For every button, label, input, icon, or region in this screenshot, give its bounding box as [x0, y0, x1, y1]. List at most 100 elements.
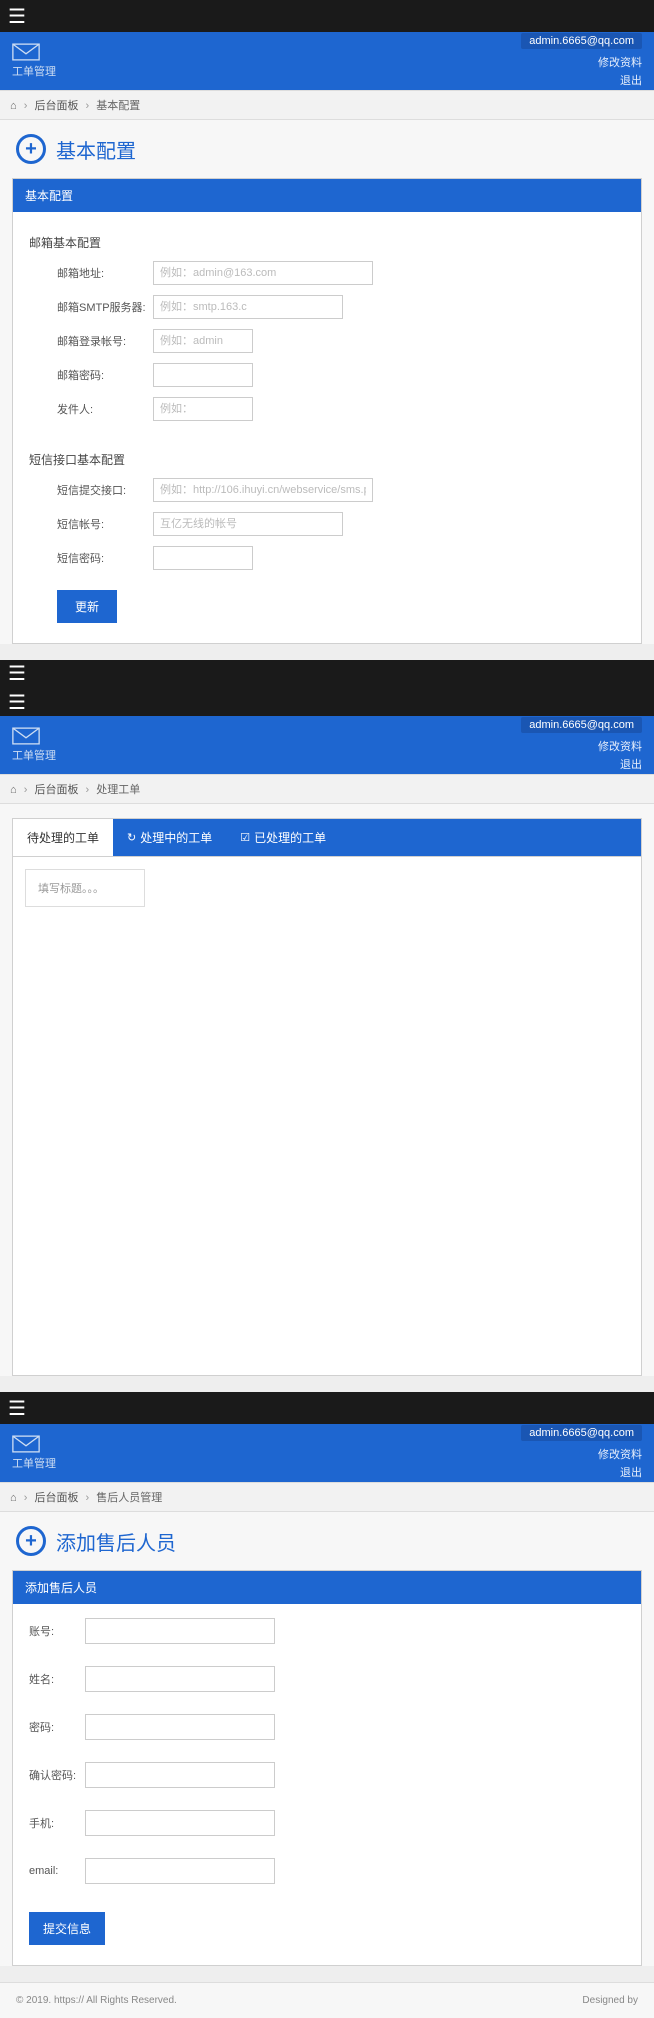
input-sms-pwd[interactable] [153, 546, 253, 570]
add-staff-panel: 添加售后人员 账号: 姓名: 密码: 确认密码: 手机: [12, 1570, 642, 1966]
label-email-addr: 邮箱地址: [57, 265, 153, 281]
sms-section-label: 短信接口基本配置 [29, 451, 625, 468]
panel-body: 账号: 姓名: 密码: 确认密码: 手机: email: [13, 1604, 641, 1965]
ticket-list-panel: 填写标题。。。 [12, 856, 642, 1376]
breadcrumb-sep: › [24, 784, 28, 796]
tab-done[interactable]: ☑ 已处理的工单 [226, 819, 340, 856]
home-icon[interactable]: ⌂ [10, 784, 17, 796]
label-sms-pwd: 短信密码: [57, 550, 153, 566]
topbar: ☰ [0, 0, 654, 32]
tabs: 待处理的工单 ↻ 处理中的工单 ☑ 已处理的工单 [12, 818, 642, 856]
update-button[interactable]: 更新 [57, 590, 117, 623]
row-pwd2: 确认密码: [29, 1762, 625, 1788]
screen-basic-config: ☰ 工单管理 admin.6665@qq.com 修改资料 退出 ⌂ › 后台面… [0, 0, 654, 644]
label-email: email: [29, 1865, 85, 1877]
breadcrumb-home[interactable]: 后台面板 [34, 100, 78, 112]
breadcrumb-sep: › [86, 100, 90, 112]
breadcrumb: ⌂ › 后台面板 › 售后人员管理 [0, 1482, 654, 1512]
breadcrumb-home[interactable]: 后台面板 [34, 1492, 78, 1504]
brand[interactable]: 工单管理 [12, 1435, 56, 1471]
row-email: email: [29, 1858, 625, 1884]
input-name[interactable] [85, 1666, 275, 1692]
row-smtp: 邮箱SMTP服务器: [57, 295, 625, 319]
envelope-icon [12, 1435, 40, 1453]
brand[interactable]: 工单管理 [12, 43, 56, 79]
hamburger-icon[interactable]: ☰ [8, 661, 26, 686]
home-icon[interactable]: ⌂ [10, 1492, 17, 1504]
plus-icon[interactable]: + [16, 1526, 46, 1556]
input-account[interactable] [85, 1618, 275, 1644]
tab-pending[interactable]: 待处理的工单 [13, 819, 113, 856]
tab-label: 待处理的工单 [27, 829, 99, 846]
footer-right: Designed by [582, 1995, 638, 2006]
header: 工单管理 admin.6665@qq.com 修改资料 退出 [0, 1424, 654, 1482]
breadcrumb-home[interactable]: 后台面板 [34, 784, 78, 796]
breadcrumb: ⌂ › 后台面板 › 基本配置 [0, 90, 654, 120]
row-sender: 发件人: [57, 397, 625, 421]
input-email-addr[interactable] [153, 261, 373, 285]
label-pwd: 密码: [29, 1719, 85, 1735]
input-sender[interactable] [153, 397, 253, 421]
row-sms-api: 短信提交接口: [57, 478, 625, 502]
title-input-box[interactable]: 填写标题。。。 [25, 869, 145, 907]
home-icon[interactable]: ⌂ [10, 100, 17, 112]
panel-title: 基本配置 [13, 179, 641, 212]
input-pwd[interactable] [85, 1714, 275, 1740]
input-pwd[interactable] [153, 363, 253, 387]
topbar: ☰ ☰ [0, 660, 654, 716]
input-sms-api[interactable] [153, 478, 373, 502]
edit-profile-link[interactable]: 修改资料 [521, 53, 642, 71]
input-sms-account[interactable] [153, 512, 343, 536]
submit-button[interactable]: 提交信息 [29, 1912, 105, 1945]
logout-link[interactable]: 退出 [521, 71, 642, 89]
label-sms-account: 短信帐号: [57, 516, 153, 532]
row-login: 邮箱登录帐号: [57, 329, 625, 353]
input-login[interactable] [153, 329, 253, 353]
label-pwd: 邮箱密码: [57, 367, 153, 383]
edit-profile-link[interactable]: 修改资料 [521, 1445, 642, 1463]
user-email[interactable]: admin.6665@qq.com [521, 1425, 642, 1441]
envelope-icon [12, 43, 40, 61]
email-section-label: 邮箱基本配置 [29, 234, 625, 251]
tab-processing[interactable]: ↻ 处理中的工单 [113, 819, 226, 856]
label-login: 邮箱登录帐号: [57, 333, 153, 349]
hamburger-icon[interactable]: ☰ [8, 4, 26, 29]
page-title-row: + 基本配置 [0, 120, 654, 178]
panel-body: 邮箱基本配置 邮箱地址: 邮箱SMTP服务器: 邮箱登录帐号: 邮箱密码: 发件… [13, 212, 641, 643]
footer-url[interactable]: https:// [54, 1995, 84, 2006]
input-pwd2[interactable] [85, 1762, 275, 1788]
user-email[interactable]: admin.6665@qq.com [521, 33, 642, 49]
panel-title: 添加售后人员 [13, 1571, 641, 1604]
row-name: 姓名: [29, 1666, 625, 1692]
row-account: 账号: [29, 1618, 625, 1644]
hamburger-icon[interactable]: ☰ [8, 1396, 26, 1421]
edit-profile-link[interactable]: 修改资料 [521, 737, 642, 755]
config-panel: 基本配置 邮箱基本配置 邮箱地址: 邮箱SMTP服务器: 邮箱登录帐号: 邮箱密… [12, 178, 642, 644]
topbar: ☰ [0, 1392, 654, 1424]
input-email[interactable] [85, 1858, 275, 1884]
label-phone: 手机: [29, 1815, 85, 1831]
row-sms-account: 短信帐号: [57, 512, 625, 536]
breadcrumb-current: 售后人员管理 [96, 1492, 162, 1504]
screen-add-staff: ☰ 工单管理 admin.6665@qq.com 修改资料 退出 ⌂ › 后台面… [0, 1392, 654, 1966]
header: 工单管理 admin.6665@qq.com 修改资料 退出 [0, 716, 654, 774]
plus-icon[interactable]: + [16, 134, 46, 164]
footer-left: © 2019. https:// All Rights Reserved. [16, 1995, 177, 2006]
label-name: 姓名: [29, 1671, 85, 1687]
logout-link[interactable]: 退出 [521, 1463, 642, 1481]
breadcrumb-sep: › [86, 784, 90, 796]
refresh-icon: ↻ [127, 831, 136, 844]
hamburger-icon[interactable]: ☰ [8, 690, 26, 715]
row-pwd: 密码: [29, 1714, 625, 1740]
breadcrumb-sep: › [24, 1492, 28, 1504]
breadcrumb-sep: › [86, 1492, 90, 1504]
logout-link[interactable]: 退出 [521, 755, 642, 773]
brand-label: 工单管理 [12, 63, 56, 79]
user-menu: admin.6665@qq.com 修改资料 退出 [521, 717, 642, 773]
user-email[interactable]: admin.6665@qq.com [521, 717, 642, 733]
brand[interactable]: 工单管理 [12, 727, 56, 763]
input-smtp[interactable] [153, 295, 343, 319]
designed-label: Designed by [582, 1995, 638, 2006]
input-phone[interactable] [85, 1810, 275, 1836]
tab-label: 已处理的工单 [254, 829, 326, 846]
